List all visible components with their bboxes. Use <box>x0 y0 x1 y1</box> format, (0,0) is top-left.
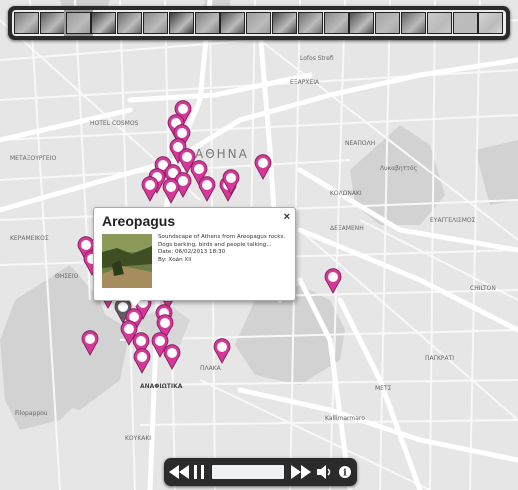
info-popup: Areopagus × Soundscape of Athens from Ar… <box>93 207 296 307</box>
map-label-koukaki: ΚΟΥΚΑΚΙ <box>125 435 151 442</box>
map-pin-icon <box>254 154 272 180</box>
map-label-chilton: CHILTON <box>470 285 496 292</box>
info-icon: i <box>339 466 351 478</box>
popup-description-block: Soundscape of Athens from Areopagus rock… <box>158 234 290 264</box>
map-label-evaggelismos: ΕΥΑΓΓΕΛΙΣΜΟΣ <box>430 217 476 224</box>
thumbnail[interactable] <box>323 12 349 34</box>
fast-forward-button[interactable] <box>290 462 312 482</box>
map-pin-icon <box>163 344 181 370</box>
volume-icon <box>317 465 331 479</box>
map-pin[interactable] <box>198 176 216 202</box>
thumbnail[interactable] <box>452 12 478 34</box>
audio-player: i <box>164 458 357 486</box>
thumbnail-track <box>12 10 506 36</box>
map-label-dexameni: ΔΕΞΑΜΕΝΗ <box>330 225 364 232</box>
map-pin[interactable] <box>324 268 342 294</box>
thumbnail[interactable] <box>63 10 93 36</box>
thumbnail[interactable] <box>39 12 65 34</box>
map-label-pagkrati: ΠΑΓΚΡΑΤΙ <box>425 355 454 362</box>
popup-date: Date: 06/02/2013 18:30 <box>158 249 226 256</box>
map-label-kolonaki: ΚΟΛΩΝΑΚΙ <box>330 190 362 197</box>
rewind-button[interactable] <box>168 462 190 482</box>
info-button[interactable]: i <box>337 462 353 482</box>
map-label-mets: ΜΕΤΣ <box>375 385 392 392</box>
map-pin-icon <box>133 348 151 374</box>
thumbnail[interactable] <box>91 12 117 34</box>
map-pin[interactable] <box>213 338 231 364</box>
thumbnail[interactable] <box>220 12 246 34</box>
map-pin[interactable] <box>162 178 180 204</box>
map-pin[interactable] <box>141 176 159 202</box>
thumbnail[interactable] <box>168 12 194 34</box>
map-label-metaxourgeio: ΜΕΤΑΞΟΥΡΓΕΙΟ <box>10 155 56 162</box>
info-glyph: i <box>343 469 347 479</box>
thumbnail[interactable] <box>143 12 168 34</box>
thumbnail[interactable] <box>478 12 504 34</box>
volume-button[interactable] <box>316 462 334 482</box>
thumbnail[interactable] <box>272 12 297 34</box>
progress-bar[interactable] <box>212 465 284 479</box>
thumbnail[interactable] <box>117 12 143 34</box>
popup-pointer <box>128 298 142 307</box>
map-label-thiseio: ΘΗΣΕΙΟ <box>55 273 79 280</box>
map-label-kallimarmaro: Kallimarmaro <box>325 415 365 422</box>
map-pin[interactable] <box>81 330 99 356</box>
thumbnail-strip <box>8 6 510 40</box>
map-pin-icon <box>213 338 231 364</box>
map-pin[interactable] <box>133 348 151 374</box>
map-pin[interactable] <box>222 169 240 195</box>
map-label-strefi: Lofos Strefi <box>300 55 334 62</box>
map-label-keramikos: ΚΕΡΑΜΕΙΚΟΣ <box>10 235 49 242</box>
map-label-exarcheia: ΕΞΑΡΧΕΙΑ <box>290 79 320 86</box>
map-pin-icon <box>81 330 99 356</box>
popup-description: Soundscape of Athens from Areopagus rock… <box>158 234 286 248</box>
thumbnail[interactable] <box>14 12 39 34</box>
fast-forward-icon <box>291 465 311 479</box>
map-pin-icon <box>198 176 216 202</box>
rewind-icon <box>169 465 189 479</box>
map-pin-icon <box>324 268 342 294</box>
thumbnail[interactable] <box>401 12 426 34</box>
thumbnail[interactable] <box>349 12 375 34</box>
map-label-filopappou: Filopappou <box>15 410 48 417</box>
map-pin-icon <box>141 176 159 202</box>
map-label-anafiotika: ΑΝΑΦΙΩΤΙΚΑ <box>140 383 183 390</box>
map-label-lycabettus: Λυκαβηττός <box>380 165 417 172</box>
map-pin[interactable] <box>163 344 181 370</box>
map-pin[interactable] <box>254 154 272 180</box>
map-label-athina: AΘΗΝΑ <box>195 147 249 161</box>
thumbnail[interactable] <box>194 12 220 34</box>
map-pin-icon <box>162 178 180 204</box>
popup-photo[interactable] <box>102 234 152 288</box>
map-pin-icon <box>222 169 240 195</box>
popup-author: By: Xoán Xil <box>158 256 192 263</box>
map-label-neapoli: ΝΕΑΠΟΛΗ <box>345 140 375 147</box>
pause-icon <box>194 465 204 479</box>
popup-title: Areopagus <box>102 213 176 229</box>
map-label-plaka: ΠΛΑΚΑ <box>200 365 222 372</box>
pause-button[interactable] <box>192 462 206 482</box>
thumbnail[interactable] <box>246 12 272 34</box>
thumbnail[interactable] <box>426 12 452 34</box>
thumbnail[interactable] <box>375 12 401 34</box>
map-label-omonoias: HOTEL COSMOS <box>90 120 139 127</box>
close-button[interactable]: × <box>284 211 290 223</box>
thumbnail[interactable] <box>297 12 323 34</box>
